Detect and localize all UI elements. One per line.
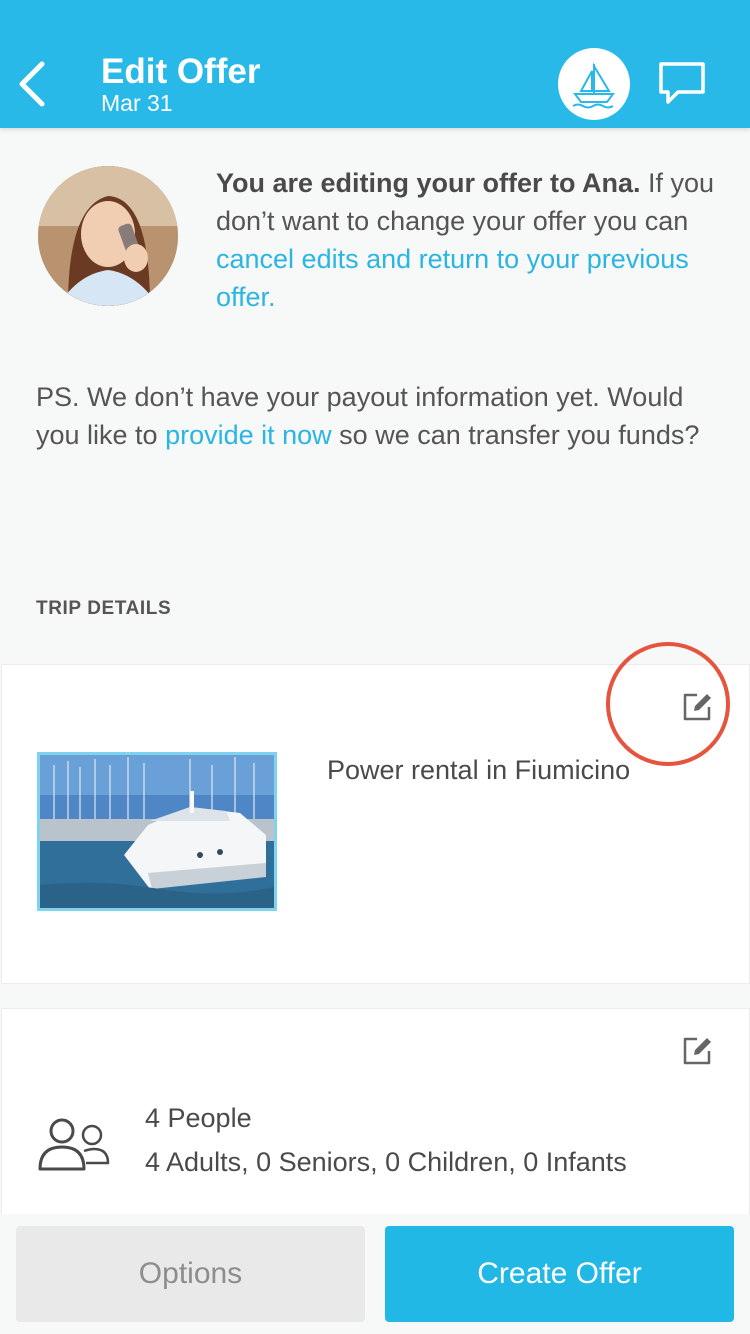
- options-button[interactable]: Options: [16, 1226, 365, 1322]
- create-offer-button[interactable]: Create Offer: [385, 1226, 734, 1322]
- page-subtitle-date: Mar 31: [101, 90, 173, 116]
- page-title: Edit Offer: [101, 52, 261, 91]
- highlight-circle: [606, 642, 730, 766]
- cancel-edits-link[interactable]: cancel edits and return to your previous…: [216, 244, 689, 312]
- people-icon: [38, 1118, 110, 1171]
- provide-payout-link[interactable]: provide it now: [165, 420, 332, 450]
- edit-notice-bold: You are editing your offer to Ana.: [216, 168, 641, 198]
- chat-bubble-icon[interactable]: [656, 60, 708, 106]
- trip-details-heading: TRIP DETAILS: [36, 598, 172, 619]
- sailboat-icon: [572, 62, 615, 109]
- payout-notice-text-after: so we can transfer you funds?: [331, 420, 700, 450]
- chevron-left-icon[interactable]: [14, 58, 54, 110]
- edit-icon[interactable]: [681, 1035, 713, 1067]
- people-breakdown: 4 Adults, 0 Seniors, 0 Children, 0 Infan…: [145, 1147, 627, 1177]
- footer-bar: Options Create Offer: [0, 1214, 750, 1334]
- listing-title: Power rental in Fiumicino: [327, 755, 631, 785]
- boat-button[interactable]: [558, 48, 630, 120]
- listing-photo[interactable]: [37, 752, 277, 911]
- payout-notice: PS. We don’t have your payout informatio…: [36, 378, 726, 454]
- app-header: Edit Offer Mar 31: [0, 0, 750, 128]
- people-count: 4 People: [145, 1103, 252, 1133]
- host-avatar: [38, 166, 178, 306]
- edit-notice: You are editing your offer to Ana. If yo…: [216, 164, 716, 316]
